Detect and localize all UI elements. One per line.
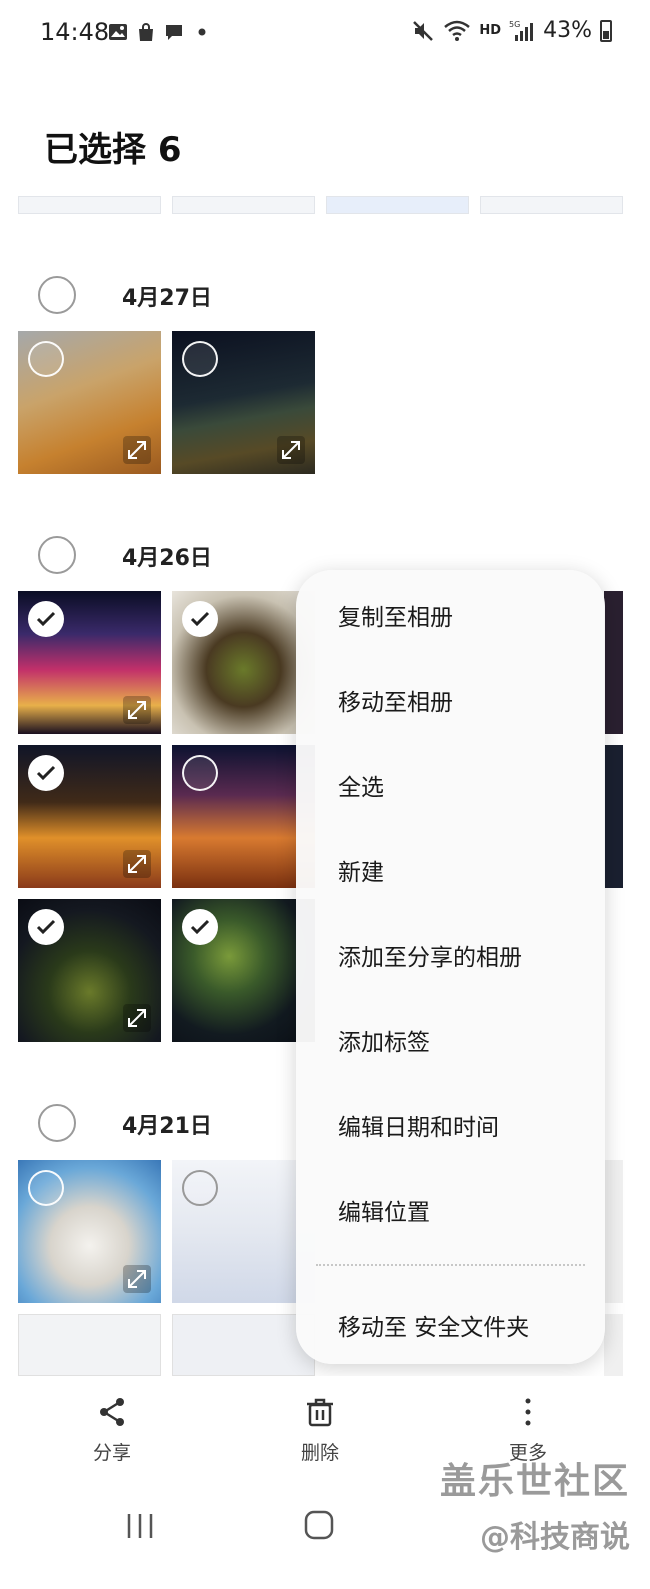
date-label: 4月21日 bbox=[122, 1114, 212, 1139]
photo-thumbnail-hotel-2[interactable] bbox=[172, 745, 315, 888]
expand-icon[interactable] bbox=[123, 850, 151, 878]
svg-text:5G: 5G bbox=[509, 20, 520, 29]
select-checkbox-checked[interactable] bbox=[182, 601, 218, 637]
more-icon bbox=[525, 1398, 531, 1426]
select-group-checkbox[interactable] bbox=[38, 536, 76, 574]
select-group-checkbox[interactable] bbox=[38, 1104, 76, 1142]
thumbnail-partial[interactable] bbox=[18, 196, 161, 214]
photo-thumbnail-partial[interactable] bbox=[604, 1314, 623, 1376]
select-checkbox-checked[interactable] bbox=[28, 909, 64, 945]
share-label: 分享 bbox=[92, 1442, 131, 1464]
watermark-line1: 盖乐世社区 bbox=[439, 1461, 630, 1502]
dot-icon bbox=[198, 28, 206, 36]
menu-create[interactable]: 新建 bbox=[338, 853, 384, 887]
check-icon bbox=[190, 919, 210, 935]
menu-edit-location[interactable]: 编辑位置 bbox=[338, 1193, 430, 1227]
expand-icon[interactable] bbox=[277, 436, 305, 464]
signal-icon: 5G bbox=[509, 20, 534, 41]
expand-icon[interactable] bbox=[123, 436, 151, 464]
photo-thumbnail-night-street[interactable] bbox=[172, 331, 315, 474]
notification-icons bbox=[108, 22, 212, 42]
select-checkbox-checked[interactable] bbox=[28, 755, 64, 791]
page-title: 已选择 6 bbox=[44, 130, 182, 170]
photo-thumbnail-partial[interactable] bbox=[604, 745, 623, 888]
thumbnail-partial[interactable] bbox=[326, 196, 469, 214]
select-checkbox-checked[interactable] bbox=[28, 601, 64, 637]
mute-icon bbox=[413, 20, 434, 41]
photo-thumbnail-screenshot[interactable] bbox=[172, 1314, 315, 1376]
date-label: 4月26日 bbox=[122, 546, 212, 571]
menu-divider bbox=[316, 1264, 585, 1266]
check-icon bbox=[190, 611, 210, 627]
home-icon[interactable] bbox=[304, 1510, 334, 1540]
watermark-line2: @科技商说 bbox=[480, 1520, 630, 1555]
select-checkbox[interactable] bbox=[182, 341, 218, 377]
status-right: HD 5G 43% bbox=[411, 18, 612, 43]
date-label: 4月27日 bbox=[122, 286, 212, 311]
delete-label: 删除 bbox=[300, 1442, 339, 1464]
check-icon bbox=[36, 919, 56, 935]
share-icon bbox=[100, 1398, 124, 1426]
expand-icon[interactable] bbox=[123, 696, 151, 724]
share-button[interactable]: 分享 bbox=[67, 1396, 157, 1465]
menu-edit-date-time[interactable]: 编辑日期和时间 bbox=[338, 1108, 499, 1142]
menu-move-to-album[interactable]: 移动至相册 bbox=[338, 683, 453, 717]
thumbnail-partial[interactable] bbox=[480, 196, 623, 214]
select-checkbox[interactable] bbox=[28, 341, 64, 377]
select-group-checkbox[interactable] bbox=[38, 276, 76, 314]
photo-thumbnail-food[interactable] bbox=[172, 591, 315, 734]
select-checkbox[interactable] bbox=[182, 755, 218, 791]
menu-copy-to-album[interactable]: 复制至相册 bbox=[338, 598, 453, 632]
photo-thumbnail-hotel[interactable] bbox=[18, 745, 161, 888]
photo-thumbnail-dog[interactable] bbox=[18, 1160, 161, 1303]
more-options-menu: 复制至相册 移动至相册 全选 新建 添加至分享的相册 添加标签 编辑日期和时间 … bbox=[296, 570, 605, 1364]
photo-thumbnail-screenshot-apps[interactable] bbox=[172, 1160, 315, 1303]
network-label: HD bbox=[479, 23, 502, 38]
select-checkbox[interactable] bbox=[182, 1170, 218, 1206]
bag-icon bbox=[139, 23, 153, 41]
delete-button[interactable]: 删除 bbox=[275, 1396, 365, 1465]
photo-thumbnail-partial[interactable] bbox=[604, 1160, 623, 1303]
select-checkbox[interactable] bbox=[28, 1170, 64, 1206]
check-icon bbox=[36, 765, 56, 781]
status-bar: 14:48 HD 5G 43% bbox=[0, 0, 650, 70]
photo-thumbnail-trees[interactable] bbox=[172, 899, 315, 1042]
trash-icon bbox=[307, 1398, 333, 1427]
photo-thumbnail-cat[interactable] bbox=[18, 331, 161, 474]
photo-thumbnail-partial[interactable] bbox=[604, 591, 623, 734]
battery-icon bbox=[600, 19, 612, 42]
menu-select-all[interactable]: 全选 bbox=[338, 768, 384, 802]
recents-icon[interactable] bbox=[124, 1512, 156, 1540]
menu-add-to-shared-album[interactable]: 添加至分享的相册 bbox=[338, 938, 522, 972]
wifi-icon bbox=[444, 20, 471, 41]
date-group-header: 4月27日 bbox=[0, 268, 650, 328]
status-time: 14:48 bbox=[40, 18, 110, 46]
menu-move-to-secure-folder[interactable]: 移动至 安全文件夹 bbox=[338, 1308, 529, 1342]
battery-percent: 43% bbox=[543, 18, 592, 43]
expand-icon[interactable] bbox=[123, 1265, 151, 1293]
watermark: 盖乐世社区 @科技商说 bbox=[440, 1452, 630, 1556]
select-checkbox-checked[interactable] bbox=[182, 909, 218, 945]
thumbnail-partial[interactable] bbox=[172, 196, 315, 214]
photo-thumbnail-tree-night[interactable] bbox=[18, 899, 161, 1042]
check-icon bbox=[36, 611, 56, 627]
photo-thumbnail-building[interactable] bbox=[18, 591, 161, 734]
chat-icon bbox=[166, 25, 182, 40]
expand-icon[interactable] bbox=[123, 1004, 151, 1032]
image-icon bbox=[109, 24, 127, 40]
menu-add-tag[interactable]: 添加标签 bbox=[338, 1023, 430, 1057]
photo-thumbnail-keyboard[interactable] bbox=[18, 1314, 161, 1376]
